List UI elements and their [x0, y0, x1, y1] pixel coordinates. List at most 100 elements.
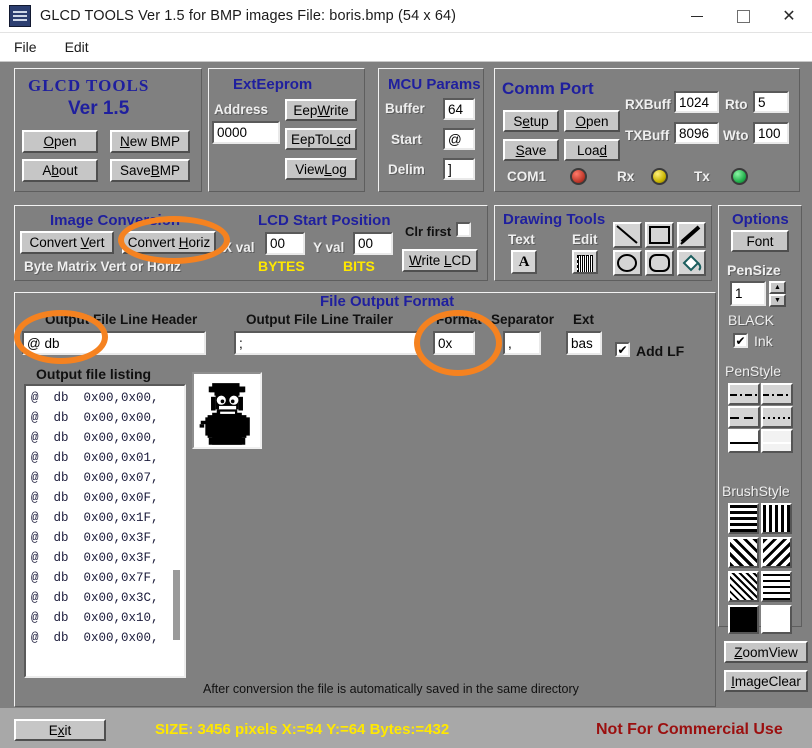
clr-first-checkbox[interactable] [456, 222, 471, 237]
com-port-label: COM1 [507, 169, 546, 184]
comm-setup-button[interactable]: Setup [503, 110, 559, 132]
wto-label: Wto [723, 128, 748, 143]
text-tool-glyph: A [513, 252, 535, 272]
imageclear-button[interactable]: ImageClear [724, 670, 808, 692]
convert-vert-button[interactable]: Convert Vert [20, 231, 114, 254]
penstyle-dashdot-icon [730, 394, 758, 396]
y-val-field[interactable]: 00 [353, 232, 393, 255]
brush-grid-button[interactable] [761, 571, 792, 602]
separator-label: Separator [491, 312, 554, 327]
start-field[interactable]: @ [443, 128, 475, 150]
app-icon [9, 5, 31, 27]
pencil-icon [679, 224, 704, 246]
brushstyle-label: BrushStyle [722, 483, 790, 499]
maximize-button[interactable] [720, 0, 766, 32]
output-header-field[interactable]: @ db [22, 331, 206, 355]
line-tool-button[interactable] [613, 222, 642, 248]
brush-crosshatch-button[interactable] [728, 571, 759, 602]
comm-open-button[interactable]: Open [564, 110, 620, 132]
exit-button[interactable]: Exit [14, 719, 106, 741]
output-listing-line: @ db 0x00,0x3C, [26, 588, 184, 608]
menu-bar: File Edit [0, 33, 812, 62]
add-lf-checkbox[interactable]: ✔ [615, 342, 630, 357]
write-lcd-button[interactable]: Write LCD [402, 249, 478, 272]
format-field[interactable]: 0x [433, 331, 475, 355]
y-val-label: Y val [313, 240, 344, 255]
font-button[interactable]: Font [731, 230, 789, 252]
output-trailer-field[interactable]: ; [234, 331, 418, 355]
rectangle-tool-button[interactable] [645, 222, 674, 248]
brush-diagonal-left-button[interactable] [728, 537, 759, 568]
output-listing-line: @ db 0x00,0x00, [26, 388, 184, 408]
penstyle-dash-button[interactable] [728, 406, 760, 428]
font-button-label: Font [746, 234, 773, 249]
convert-horiz-button[interactable]: Convert Horiz [122, 231, 216, 254]
text-tool-button[interactable]: A [511, 250, 537, 274]
x-val-field[interactable]: 00 [265, 232, 305, 255]
address-field[interactable]: 0000 [212, 121, 280, 144]
file-output-format-title: File Output Format [320, 293, 454, 310]
ellipse-tool-button[interactable] [613, 250, 642, 276]
rx-label: Rx [617, 169, 634, 184]
edit-tool-button[interactable] [572, 250, 598, 274]
line-icon [615, 224, 640, 246]
pencil-tool-button[interactable] [677, 222, 706, 248]
penstyle-dashdot-button[interactable] [728, 383, 760, 405]
pensize-increment[interactable]: ▲ [769, 281, 786, 294]
view-log-button[interactable]: ViewLog [285, 158, 357, 180]
output-listing-box[interactable]: @ db 0x00,0x00, @ db 0x00,0x00, @ db 0x00,… [24, 384, 186, 678]
penstyle-solid-button[interactable] [728, 429, 760, 453]
brush-diagonal-right-button[interactable] [761, 537, 792, 568]
bitmap-preview[interactable] [192, 372, 262, 449]
brush-solid-button[interactable] [728, 605, 759, 634]
comm-port-title: Comm Port [502, 79, 594, 99]
output-listing-line: @ db 0x00,0x0F, [26, 488, 184, 508]
address-label: Address [214, 102, 268, 117]
output-listing-line: @ db 0x00,0x3F, [26, 528, 184, 548]
comm-save-button[interactable]: Save [503, 139, 559, 161]
penstyle-none-button[interactable] [761, 429, 793, 453]
lcd-start-title: LCD Start Position [258, 212, 391, 229]
new-bmp-button[interactable]: New BMP [110, 130, 190, 153]
brush-empty-button[interactable] [761, 605, 792, 634]
penstyle-none-icon [763, 442, 791, 444]
eep-write-button[interactable]: EepWrite [285, 99, 357, 121]
save-bmp-button[interactable]: SaveBMP [110, 159, 190, 182]
penstyle-solid-icon [730, 442, 758, 444]
byte-matrix-hint: Byte Matrix Vert or Horiz [24, 259, 181, 274]
menu-file[interactable]: File [11, 37, 40, 57]
menu-edit[interactable]: Edit [62, 37, 92, 57]
zoomview-button[interactable]: ZoomView [724, 641, 808, 663]
eep-to-lcd-button[interactable]: EepToLcd [285, 128, 357, 150]
output-listing-scroll-thumb[interactable] [173, 570, 180, 640]
penstyle-dot-icon [763, 417, 791, 419]
brush-vertical-button[interactable] [761, 503, 792, 534]
close-button[interactable]: ✕ [766, 0, 812, 32]
output-listing-line: @ db 0x00,0x07, [26, 468, 184, 488]
rounded-rect-tool-button[interactable] [645, 250, 674, 276]
ink-checkbox[interactable]: ✔ [733, 333, 748, 348]
pensize-field[interactable]: 1 [730, 281, 766, 306]
comm-load-button[interactable]: Load [564, 139, 620, 161]
brush-diagonal-right-icon [763, 539, 790, 566]
output-listing-line: @ db 0x00,0x1F, [26, 508, 184, 528]
ext-field[interactable]: bas [566, 331, 602, 355]
about-button[interactable]: About [22, 159, 98, 182]
brush-horizontal-button[interactable] [728, 503, 759, 534]
rxbuff-field[interactable]: 1024 [674, 91, 719, 113]
output-listing-line: @ db 0x00,0x00, [26, 628, 184, 648]
penstyle-dashdotdot-button[interactable] [761, 383, 793, 405]
open-button[interactable]: Open [22, 130, 98, 153]
fill-bucket-tool-button[interactable] [677, 250, 706, 276]
wto-field[interactable]: 100 [753, 122, 789, 144]
ext-eeprom-title: ExtEeprom [233, 76, 312, 93]
rto-field[interactable]: 5 [753, 91, 789, 113]
txbuff-field[interactable]: 8096 [674, 122, 719, 144]
penstyle-dot-button[interactable] [761, 406, 793, 428]
separator-field[interactable]: , [503, 331, 541, 355]
pensize-decrement[interactable]: ▼ [769, 294, 786, 307]
delim-field[interactable]: ] [443, 158, 475, 180]
minimize-button[interactable] [674, 0, 720, 32]
buffer-field[interactable]: 64 [443, 98, 475, 120]
buffer-label: Buffer [385, 101, 425, 116]
